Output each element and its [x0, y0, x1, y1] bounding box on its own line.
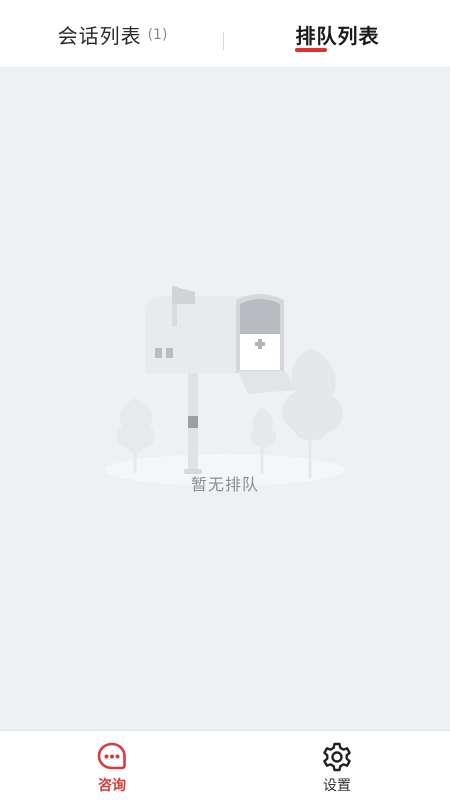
- chat-bubble-icon: [97, 742, 126, 770]
- nav-consult[interactable]: 咨询: [62, 731, 162, 800]
- tab-conversation-list[interactable]: 会话列表 (1): [0, 0, 225, 68]
- nav-label: 设置: [323, 778, 351, 794]
- active-tab-indicator: [295, 48, 327, 52]
- bottom-navigation: 咨询 设置: [0, 730, 450, 800]
- tab-queue-list[interactable]: 排队列表: [225, 0, 450, 68]
- tab-label: 排队列表: [295, 23, 380, 48]
- empty-mailbox-illustration: [105, 286, 345, 486]
- tab-count: (1): [147, 27, 168, 43]
- gear-icon: [323, 742, 351, 772]
- top-tab-bar: 会话列表 (1) 排队列表: [0, 0, 450, 68]
- tab-label: 会话列表: [57, 23, 142, 48]
- tab-divider: [223, 32, 224, 50]
- empty-state-message: 暂无排队: [190, 475, 259, 494]
- main-content: 暂无排队: [0, 68, 450, 730]
- nav-label: 咨询: [98, 778, 126, 794]
- nav-settings[interactable]: 设置: [287, 731, 387, 800]
